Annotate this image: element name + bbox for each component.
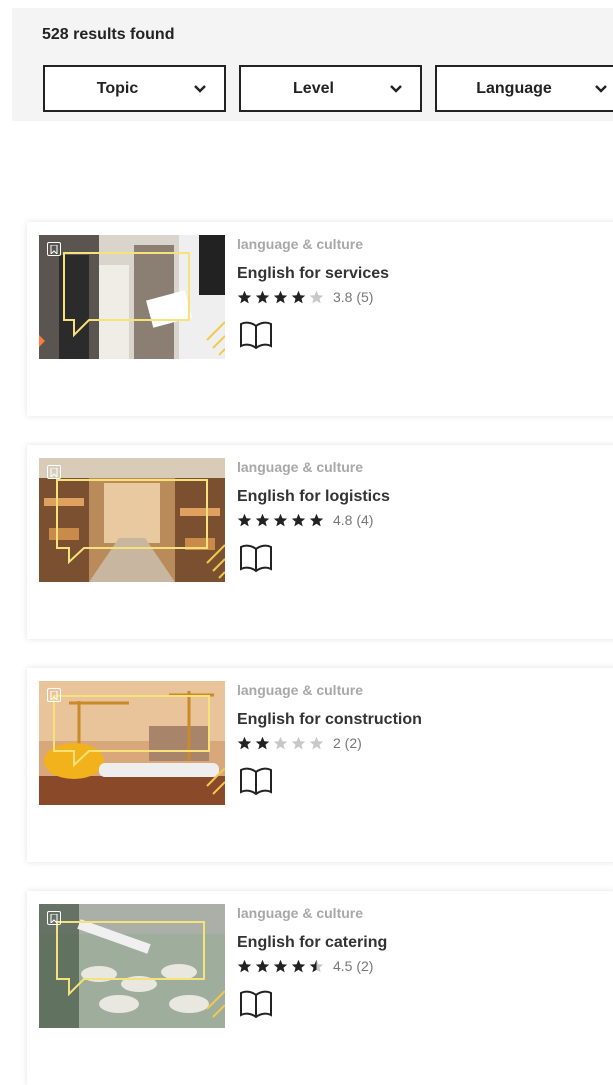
book-icon (240, 990, 272, 1019)
course-card[interactable]: language & culture English for construct… (27, 668, 613, 862)
course-category: language & culture (237, 682, 364, 698)
language-filter-dropdown[interactable]: Language (435, 65, 613, 112)
course-rating: 4.5 (2) (237, 958, 373, 974)
chevron-down-icon (190, 84, 210, 93)
book-icon (240, 767, 272, 796)
star-icon (237, 290, 252, 303)
star-icon (291, 959, 306, 972)
star-icon (309, 736, 324, 749)
star-icon (255, 513, 270, 526)
star-icon (255, 736, 270, 749)
bookmark-icon[interactable] (47, 911, 61, 925)
rating-value: 2 (2) (333, 735, 362, 751)
chevron-down-icon (591, 84, 611, 93)
level-filter-label: Level (293, 79, 334, 97)
book-icon (240, 321, 272, 350)
rating-value: 4.8 (4) (333, 512, 374, 528)
star-rating (237, 513, 324, 528)
rating-value: 3.8 (5) (333, 289, 374, 305)
course-thumbnail[interactable] (39, 458, 225, 582)
star-icon (237, 736, 252, 749)
star-icon (309, 959, 324, 972)
star-icon (309, 513, 324, 526)
book-icon (240, 544, 272, 573)
star-icon (237, 513, 252, 526)
star-icon (237, 959, 252, 972)
star-icon (291, 513, 306, 526)
course-rating: 2 (2) (237, 735, 362, 751)
star-icon (273, 513, 288, 526)
bookmark-icon[interactable] (47, 688, 61, 702)
star-rating (237, 290, 324, 305)
rating-value: 4.5 (2) (333, 958, 374, 974)
course-category: language & culture (237, 905, 364, 921)
course-card[interactable]: language & culture English for logistics… (27, 445, 613, 639)
bookmark-icon[interactable] (47, 242, 61, 256)
course-title[interactable]: English for logistics (237, 488, 390, 506)
course-rating: 3.8 (5) (237, 289, 373, 305)
star-icon (273, 959, 288, 972)
level-filter-dropdown[interactable]: Level (239, 65, 422, 112)
star-icon (273, 736, 288, 749)
star-rating (237, 736, 324, 751)
course-card[interactable]: language & culture English for services … (27, 222, 613, 416)
star-icon (291, 736, 306, 749)
language-filter-label: Language (476, 79, 552, 97)
course-title[interactable]: English for services (237, 265, 389, 283)
course-thumbnail[interactable] (39, 681, 225, 805)
star-icon (309, 290, 324, 303)
star-icon (255, 290, 270, 303)
star-icon (273, 290, 288, 303)
results-count: 528 results found (42, 26, 175, 43)
course-category: language & culture (237, 459, 364, 475)
course-card[interactable]: language & culture English for catering … (27, 891, 613, 1085)
course-thumbnail[interactable] (39, 235, 225, 359)
course-title[interactable]: English for catering (237, 934, 387, 952)
topic-filter-dropdown[interactable]: Topic (43, 65, 226, 112)
course-category: language & culture (237, 236, 364, 252)
topic-filter-label: Topic (96, 79, 139, 97)
star-icon (255, 959, 270, 972)
star-rating (237, 959, 324, 974)
chevron-down-icon (386, 84, 406, 93)
course-title[interactable]: English for construction (237, 711, 422, 729)
star-icon (291, 290, 306, 303)
bookmark-icon[interactable] (47, 465, 61, 479)
filter-panel: 528 results found Topic Level Language (12, 8, 613, 121)
course-rating: 4.8 (4) (237, 512, 373, 528)
course-thumbnail[interactable] (39, 904, 225, 1028)
